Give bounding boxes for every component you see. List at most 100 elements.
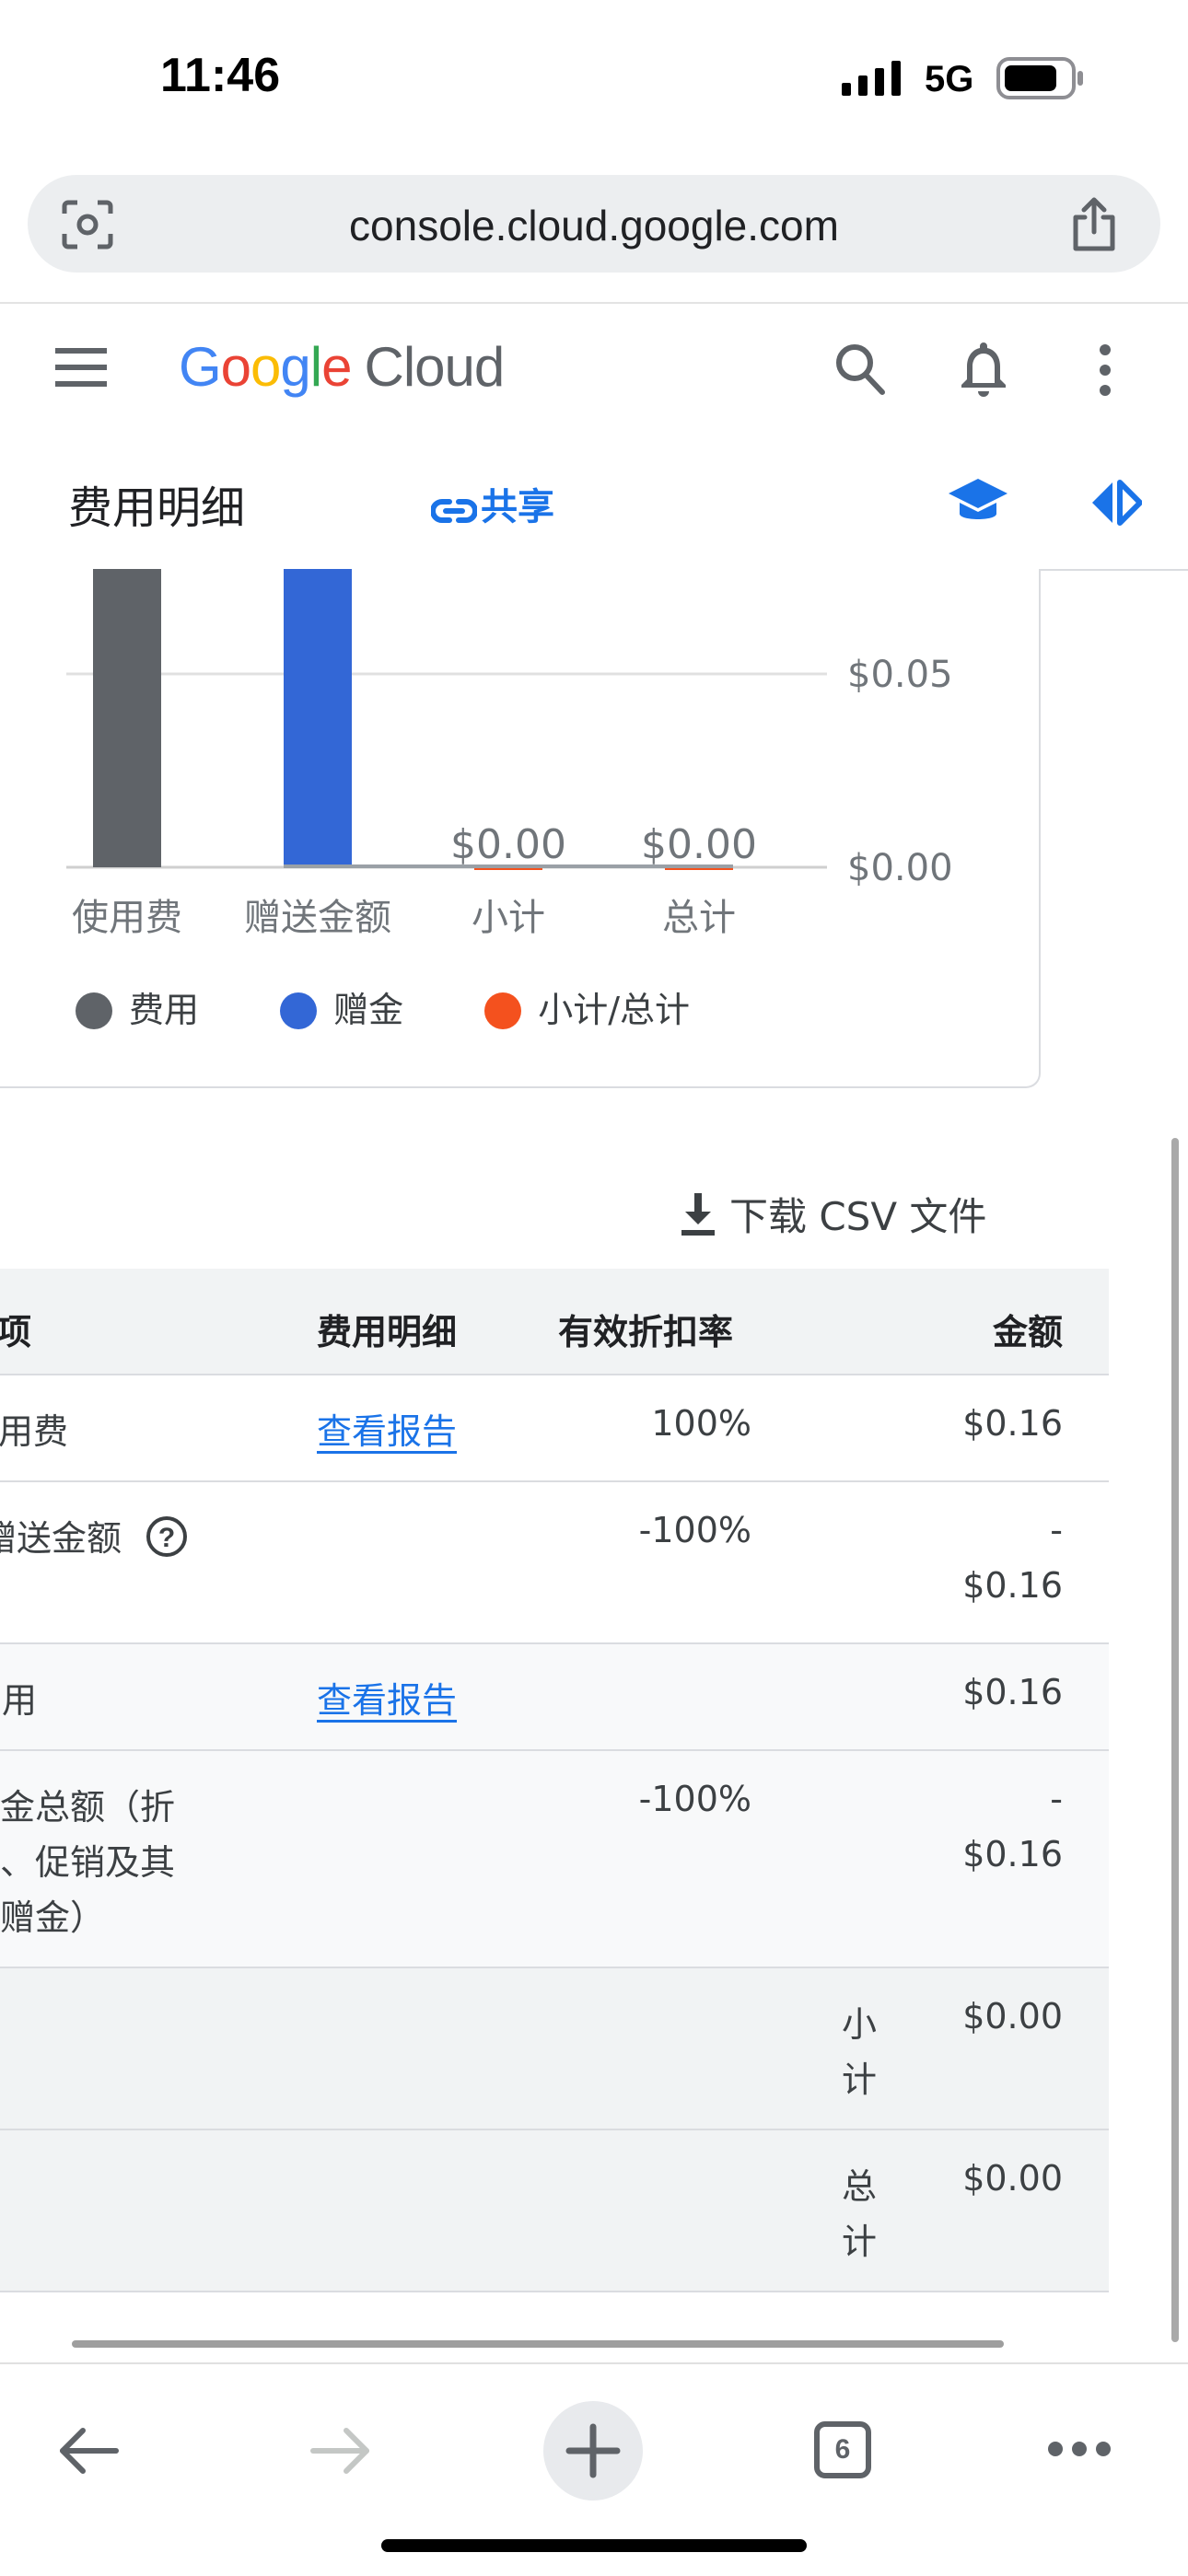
url-bar[interactable]: console.cloud.google.com (28, 175, 1160, 273)
y-tick-label: $0.00 (847, 847, 953, 889)
row-rate: -100% (638, 1510, 751, 1550)
row-item-line: 赠金总额（折 (0, 1787, 176, 1828)
cost-bar-chart: $0.05 $0.00 使用费 赠送金额 小计 $0.00 总计 $0.00 (66, 569, 953, 939)
cost-chart-card: $0.05 $0.00 使用费 赠送金额 小计 $0.00 总计 $0.00 费用 赠金 小计… (0, 569, 1041, 1088)
table-header: 细项 费用明细 有效折扣率 金额 (0, 1269, 1109, 1375)
row-item-line: 扣、促销及其 (0, 1842, 176, 1883)
total-label-line: 总 (842, 2166, 878, 2207)
table-row: 费用 查看报告 $0.16 (0, 1644, 1109, 1751)
header-item: 细项 (0, 1312, 32, 1352)
subtotal-label-line: 计 (842, 2060, 878, 2100)
download-icon (680, 1193, 716, 1245)
more-vert-icon[interactable] (1096, 342, 1114, 401)
bar (93, 569, 161, 867)
notifications-bell-icon[interactable] (958, 339, 1009, 401)
total-amount: $0.00 (962, 2158, 1063, 2199)
network-type: 5G (925, 59, 974, 99)
legend-dot-fees (76, 992, 112, 1029)
console-header: Google Cloud (0, 302, 1188, 438)
row-item: 费用 (0, 1680, 38, 1721)
forward-arrow-icon[interactable] (309, 2425, 372, 2480)
row-rate: -100% (638, 1779, 751, 1819)
row-item: 赠送金额 ? (0, 1510, 188, 1566)
x-tick-label: 赠送金额 (244, 897, 391, 939)
row-amount-sign: - (1050, 1510, 1063, 1550)
subtotal-row: 小 计 $0.00 (0, 1968, 1109, 2130)
table-row: 赠送金额 ? -100% - $0.16 (0, 1482, 1109, 1644)
menu-icon[interactable] (55, 346, 111, 392)
page-title: 费用明细 (68, 482, 246, 534)
table-row: 赠金总额（折 扣、促销及其 他赠金） -100% - $0.16 (0, 1751, 1109, 1968)
google-wordmark: Google (179, 336, 353, 398)
share-button[interactable]: 共享 (430, 477, 554, 534)
view-report-link[interactable]: 查看报告 (317, 1672, 457, 1723)
tab-count: 6 (834, 2434, 851, 2465)
y-tick-label: $0.05 (847, 654, 953, 696)
google-letter: o (220, 336, 251, 398)
google-letter: o (250, 336, 281, 398)
more-horiz-icon[interactable] (1046, 2438, 1112, 2464)
share-label: 共享 (481, 486, 554, 528)
legend-label-subtotal-total: 小计/总计 (538, 990, 691, 1030)
help-icon[interactable]: ? (146, 1515, 188, 1566)
total-row: 总 计 $0.00 (0, 2130, 1109, 2292)
download-csv-button[interactable]: 下载 CSV 文件 (680, 1186, 986, 1245)
google-letter: g (280, 336, 310, 398)
row-item-label: 赠送金额 (0, 1518, 122, 1559)
svg-text:?: ? (158, 1523, 175, 1553)
cellular-signal-icon (842, 61, 906, 101)
link-icon (430, 492, 478, 534)
learn-icon[interactable] (947, 477, 1009, 532)
row-item-line: 他赠金） (0, 1897, 106, 1938)
cloud-wordmark: Cloud (364, 336, 506, 398)
row-rate: 100% (651, 1403, 751, 1444)
google-letter: l (309, 336, 322, 398)
back-arrow-icon[interactable] (57, 2425, 120, 2480)
legend-label-credits: 赠金 (333, 990, 404, 1030)
share-page-icon[interactable] (1070, 197, 1118, 256)
download-csv-label: 下载 CSV 文件 (729, 1194, 987, 1239)
legend-dot-subtotal-total (484, 992, 522, 1029)
url-text[interactable]: console.cloud.google.com (28, 201, 1160, 250)
legend-dot-credits (280, 992, 318, 1029)
vertical-scrollbar[interactable] (1171, 1138, 1179, 2342)
legend-item-credits: 赠金 (280, 990, 414, 1030)
row-item: 使用费 (0, 1411, 69, 1452)
page-title-bar: 费用明细 共享 (0, 436, 1188, 571)
row-amount: $0.16 (962, 1834, 1063, 1874)
search-icon[interactable] (834, 342, 886, 401)
bar (284, 569, 352, 867)
subtotal-label-line: 小 (842, 2004, 878, 2045)
battery-icon (996, 57, 1085, 103)
row-amount: $0.16 (962, 1403, 1063, 1444)
view-report-link[interactable]: 查看报告 (317, 1403, 457, 1454)
legend-label-fees: 费用 (129, 990, 200, 1030)
legend-item-fees: 费用 (76, 990, 210, 1030)
google-letter: e (321, 336, 352, 398)
row-amount: $0.16 (962, 1565, 1063, 1606)
total-label-line: 计 (842, 2222, 878, 2262)
status-time: 11:46 (160, 49, 281, 102)
subtotal-amount: $0.00 (962, 1996, 1063, 2036)
google-letter: G (179, 336, 222, 398)
home-indicator (381, 2539, 807, 2552)
row-amount-sign: - (1050, 1779, 1063, 1819)
horizontal-scrollbar[interactable] (72, 2340, 1004, 2348)
header-amount: 金额 (992, 1312, 1063, 1352)
legend-item-subtotal-total: 小计/总计 (484, 990, 690, 1030)
new-tab-button[interactable] (543, 2401, 643, 2501)
row-amount: $0.16 (962, 1672, 1063, 1712)
header-rate: 有效折扣率 (558, 1312, 734, 1352)
chart-legend: 费用 赠金 小计/总计 (76, 981, 690, 1032)
toggle-panel-icon[interactable] (1090, 477, 1143, 532)
table-row: 使用费 查看报告 100% $0.16 (0, 1375, 1109, 1482)
x-tick-label: 小计 (472, 897, 545, 939)
plus-icon (565, 2423, 621, 2478)
data-label: $0.00 (450, 821, 566, 868)
data-label: $0.00 (641, 821, 757, 868)
header-details: 费用明细 (317, 1312, 458, 1352)
x-tick-label: 使用费 (72, 897, 182, 939)
google-cloud-logo[interactable]: Google Cloud (179, 335, 506, 399)
x-tick-label: 总计 (662, 897, 736, 939)
tab-switcher-button[interactable]: 6 (814, 2421, 871, 2478)
